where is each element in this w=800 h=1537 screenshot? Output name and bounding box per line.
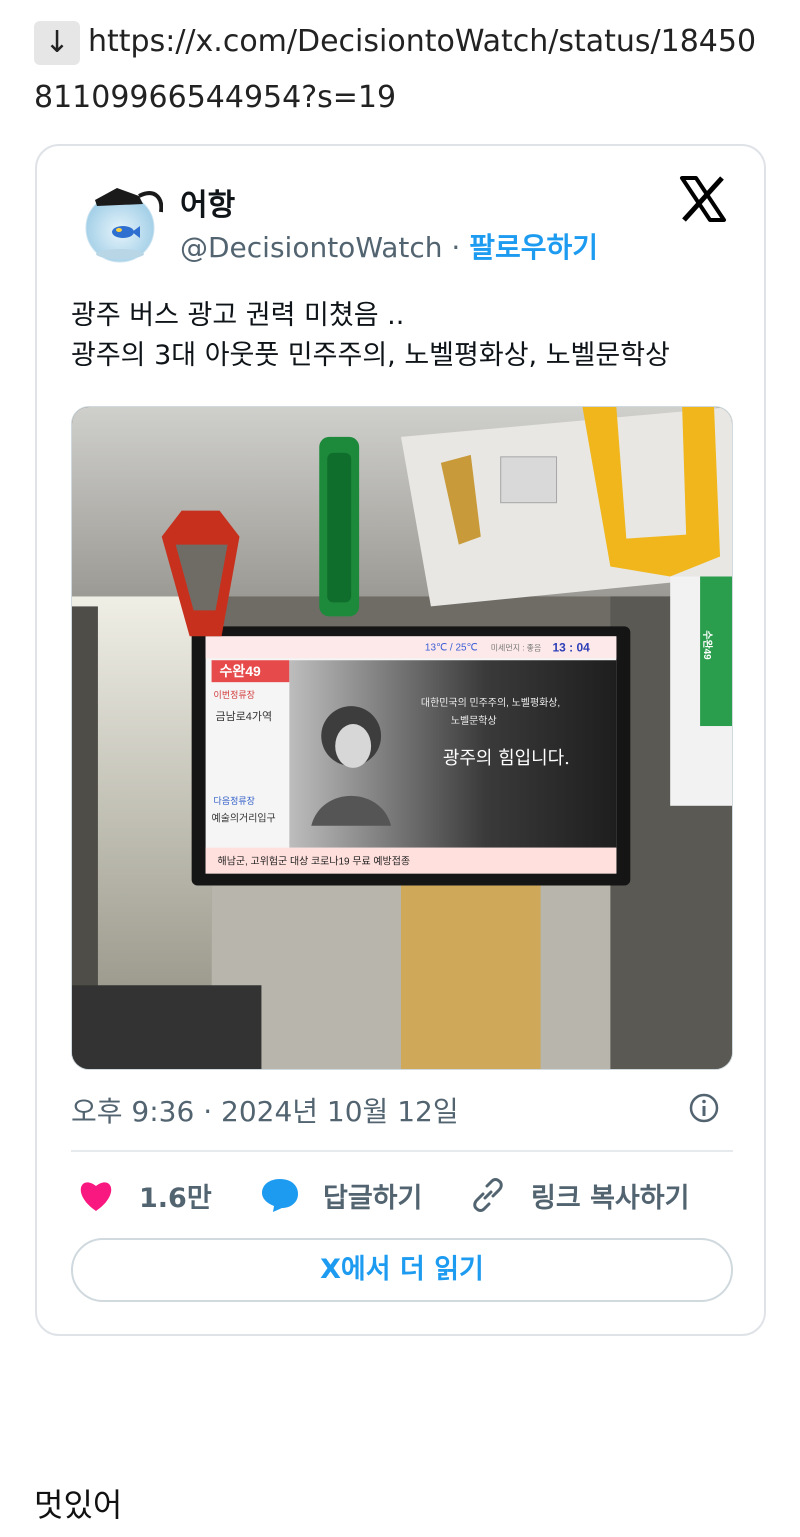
url-text[interactable]: https://x.com/DecisiontoWatch/status/184…	[34, 24, 756, 115]
separator-dot: ·	[451, 231, 461, 264]
copy-link-button[interactable]: 링크 복사하기	[469, 1172, 689, 1218]
photo-clock: 13 : 04	[553, 640, 591, 654]
avatar[interactable]	[77, 178, 163, 264]
like-count: 1.6만	[139, 1182, 212, 1214]
photo-ad-slogan: 광주의 힘입니다.	[443, 748, 570, 769]
info-icon[interactable]	[688, 1092, 720, 1124]
link-icon	[473, 1178, 503, 1212]
download-arrow-icon[interactable]: ↓	[34, 20, 80, 65]
x-logo-icon[interactable]	[678, 174, 728, 224]
author-handle[interactable]: @DecisiontoWatch	[180, 231, 443, 264]
reply-button[interactable]: 답글하기	[261, 1172, 422, 1218]
embedded-tweet-card[interactable]: 어항 @DecisiontoWatch · 팔로우하기 광주 버스 광고 권력 …	[35, 144, 766, 1336]
author-handle-row: @DecisiontoWatch · 팔로우하기	[180, 226, 598, 266]
read-more-button[interactable]: X에서 더 읽기	[71, 1238, 733, 1302]
author-name[interactable]: 어항	[180, 180, 235, 224]
photo-next-stop-label: 다음정류장	[214, 796, 255, 806]
tweet-timestamp[interactable]: 오후 9:36 · 2024년 10월 12일	[71, 1090, 459, 1130]
photo-ad-line-1: 대한민국의 민주주의, 노벨평화상,	[421, 697, 560, 709]
copy-link-label: 링크 복사하기	[531, 1182, 690, 1214]
photo-dust: 미세먼지 : 좋음	[491, 642, 542, 652]
photo-ticker: 해남군, 고위험군 대상 코로나19 무료 예방접종	[218, 855, 410, 868]
follow-button[interactable]: 팔로우하기	[469, 231, 598, 264]
photo-side-sign: 수완49	[701, 630, 714, 660]
photo-ad-line-2: 노벨문학상	[451, 715, 497, 727]
tweet-text-line-1: 광주 버스 광고 권력 미쳤음 ..	[71, 300, 405, 331]
photo-route-number: 수완49	[220, 663, 261, 679]
tweet-text: 광주 버스 광고 권력 미쳤음 .. 광주의 3대 아웃풋 민주주의, 노벨평화…	[71, 296, 741, 376]
user-comment: 멋있어	[34, 1486, 123, 1524]
tweet-photo[interactable]: 수완49 이번정류장 금남로4가역 다음정류장 예술의거리입구 13℃ / 25…	[71, 406, 733, 1070]
reply-bubble-icon	[262, 1179, 298, 1212]
photo-current-stop-label: 이번정류장	[214, 690, 255, 700]
reply-label: 답글하기	[323, 1182, 423, 1214]
action-bar: 1.6만 답글하기 링크 복사하기	[71, 1172, 733, 1218]
photo-next-stop: 예술의거리입구	[212, 812, 276, 825]
photo-current-stop: 금남로4가역	[216, 710, 272, 723]
shared-url[interactable]: ↓ https://x.com/DecisiontoWatch/status/18…	[34, 14, 774, 126]
photo-weather: 13℃ / 25℃	[425, 642, 478, 653]
tweet-text-line-2: 광주의 3대 아웃풋 민주주의, 노벨평화상, 노벨문학상	[71, 340, 670, 371]
heart-icon	[80, 1182, 112, 1211]
divider	[71, 1150, 733, 1152]
like-button[interactable]: 1.6만	[77, 1172, 212, 1218]
